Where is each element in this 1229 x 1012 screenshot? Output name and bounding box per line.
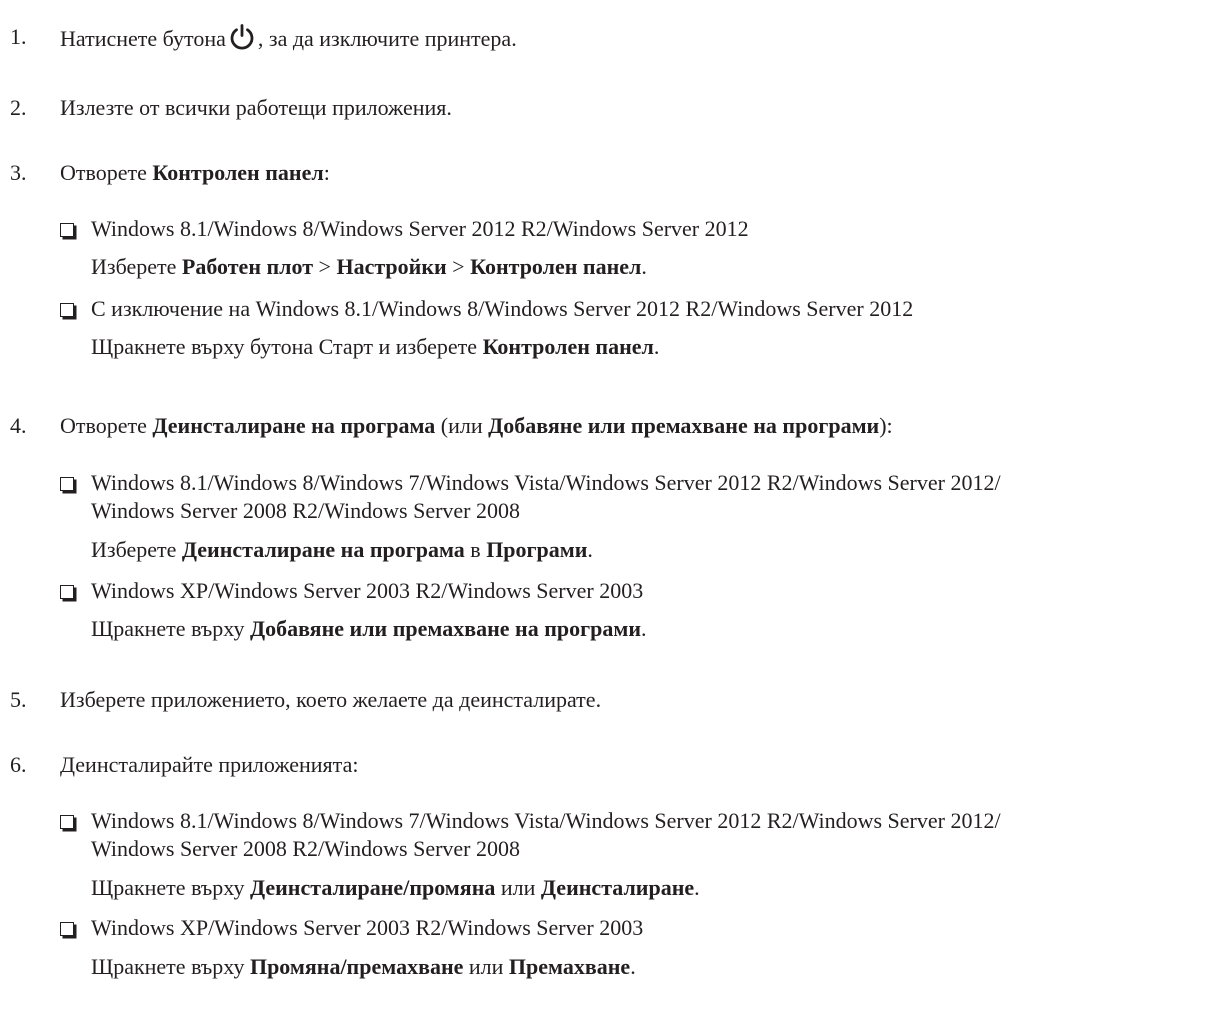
step-2-text: Излезте от всички работещи приложения. (60, 95, 452, 120)
ui-term: Добавяне или премахване на програми (249, 616, 642, 641)
step-3-text: Отворете Контролен панел: (60, 159, 330, 187)
step-text: Отворете (60, 413, 153, 438)
option-condition: Windows Server 2008 R2/Windows Server 20… (91, 836, 521, 861)
step-text: . (653, 334, 660, 359)
step-text: Натиснете бутона (60, 26, 226, 51)
step-text: или (463, 954, 509, 979)
ui-term: Премахване (508, 954, 631, 979)
checkbox-bullet-icon (60, 585, 74, 599)
checkbox-bullet-icon (60, 223, 74, 237)
ui-term: Програми (486, 537, 588, 562)
step-number: 6. (10, 752, 27, 777)
step-text: . (641, 254, 647, 279)
step-text: . (587, 537, 593, 562)
step-text: Изберете (91, 254, 182, 279)
step-text: , за да изключите принтера. (257, 26, 517, 51)
option-condition: С изключение на Windows 8.1/Windows 8/Wi… (91, 296, 914, 321)
step-text: Отворете (60, 160, 153, 185)
ui-term: Контролен панел (470, 254, 642, 279)
ui-term: Настройки (336, 254, 447, 279)
step-text: в (464, 537, 487, 562)
power-icon (228, 23, 256, 58)
option-instruction: Щракнете върху Промяна/премахване или Пр… (91, 953, 636, 981)
step-text: Щракнете върху бутона Старт и изберете (91, 334, 483, 359)
step-number: 3. (10, 160, 27, 185)
step-5-text: Изберете приложението, което желаете да … (60, 687, 602, 712)
step-text: Изберете (91, 537, 182, 562)
step-text: или (495, 875, 541, 900)
separator: > (446, 254, 471, 279)
step-text: . (641, 616, 647, 641)
checkbox-bullet-icon (60, 922, 74, 936)
option-condition: Windows 8.1/Windows 8/Windows 7/Windows … (91, 470, 1001, 495)
step-text: . (630, 954, 636, 979)
ui-term: Деинсталиране на програма (152, 413, 436, 438)
separator: > (313, 254, 337, 279)
step-number: 1. (10, 24, 27, 49)
ui-term: Деинсталиране на програма (181, 537, 465, 562)
option-condition: Windows Server 2008 R2/Windows Server 20… (91, 498, 521, 523)
step-number: 2. (10, 95, 27, 120)
step-1-text: Натиснете бутона , за да изключите принте… (60, 23, 517, 58)
ui-term: Добавяне или премахване на програми (488, 413, 880, 438)
step-text: Щракнете върху (91, 616, 250, 641)
step-6-text: Деинсталирайте приложенията: (60, 752, 359, 777)
step-text: Щракнете върху (91, 954, 250, 979)
ui-term: Промяна/премахване (249, 954, 464, 979)
option-instruction: Изберете Работен плот > Настройки > Конт… (91, 253, 647, 281)
option-condition: Windows XP/Windows Server 2003 R2/Window… (91, 578, 644, 603)
step-text: : (323, 160, 330, 185)
step-text: ): (879, 413, 893, 438)
option-instruction: Щракнете върху Деинсталиране/промяна или… (91, 874, 700, 902)
ui-term: Контролен панел (482, 334, 654, 359)
option-condition: Windows XP/Windows Server 2003 R2/Window… (91, 915, 644, 940)
ui-term: Работен плот (181, 254, 314, 279)
checkbox-bullet-icon (60, 815, 74, 829)
option-condition: Windows 8.1/Windows 8/Windows Server 201… (91, 216, 749, 241)
checkbox-bullet-icon (60, 303, 74, 317)
step-number: 4. (10, 413, 27, 438)
option-instruction: Щракнете върху бутона Старт и изберете К… (91, 333, 659, 361)
step-number: 5. (10, 687, 27, 712)
step-text: . (694, 875, 700, 900)
step-4-text: Отворете Деинсталиране на програма (или … (60, 412, 893, 440)
ui-term: Деинсталиране/промяна (249, 875, 496, 900)
ui-term: Контролен панел (152, 160, 324, 185)
step-text: (или (435, 413, 489, 438)
option-instruction: Изберете Деинсталиране на програма в Про… (91, 536, 593, 564)
checkbox-bullet-icon (60, 477, 74, 491)
option-instruction: Щракнете върху Добавяне или премахване н… (91, 615, 647, 643)
document-page: { "steps": [ {"num": "1.", "pre": "Натис… (0, 0, 1229, 1012)
option-condition: Windows 8.1/Windows 8/Windows 7/Windows … (91, 808, 1001, 833)
ui-term: Деинсталиране (540, 875, 695, 900)
step-text: Щракнете върху (91, 875, 250, 900)
